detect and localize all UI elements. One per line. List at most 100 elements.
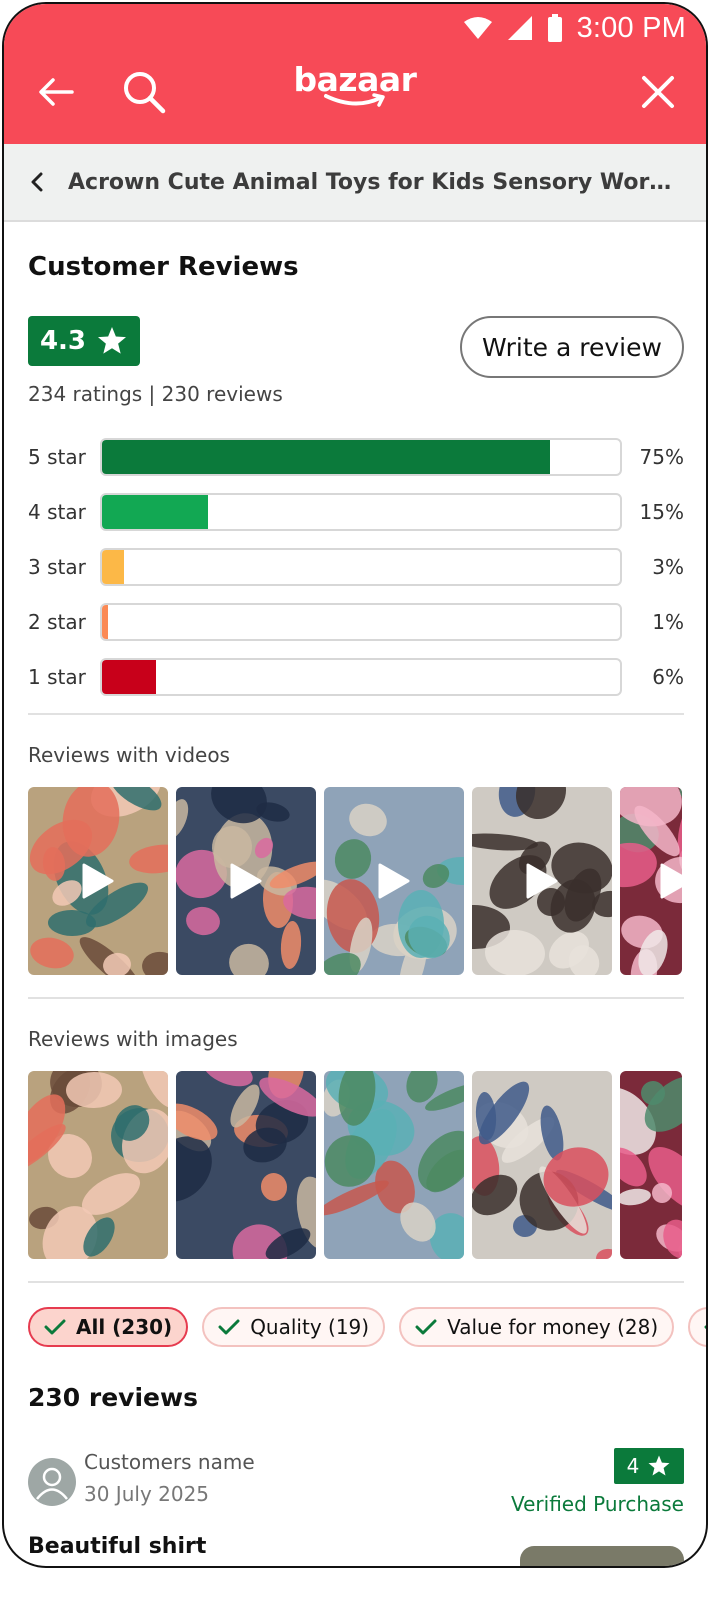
reviews-count-heading: 230 reviews (28, 1383, 198, 1412)
main-content: Customer Reviews 4.3 Write a review 234 … (28, 222, 706, 1566)
play-icon (660, 863, 682, 899)
filter-chip-label: Value for money (28) (447, 1315, 659, 1339)
review-title: Beautiful shirt (28, 1534, 207, 1559)
star-level-label: 4 star (28, 500, 86, 524)
rating-percent: 6% (652, 665, 684, 689)
video-thumbnail[interactable] (28, 787, 168, 975)
close-button[interactable] (632, 66, 684, 118)
images-heading: Reviews with images (28, 1027, 238, 1051)
rating-bar-track (100, 603, 622, 641)
filter-chip-label: Quality (19) (250, 1315, 370, 1339)
review-date: 30 July 2025 (84, 1482, 210, 1506)
rating-bar-fill (102, 440, 551, 474)
thumbnail-image (28, 1071, 168, 1259)
video-thumbnails (28, 787, 684, 975)
image-thumbnail[interactable] (28, 1071, 168, 1259)
rating-percent: 75% (639, 445, 684, 469)
wifi-icon (463, 17, 492, 39)
chevron-left-icon (31, 172, 43, 192)
bazaar-logo[interactable]: bazaar (4, 60, 706, 109)
image-thumbnail[interactable] (324, 1071, 464, 1259)
breadcrumb-back-button[interactable] (30, 172, 56, 192)
image-thumbnail[interactable] (472, 1071, 612, 1259)
logo-text: bazaar (293, 60, 417, 99)
review-image[interactable] (520, 1546, 684, 1566)
rating-summary: 4.3 Write a review 234 ratings | 230 rev… (28, 316, 684, 406)
rating-percent: 3% (652, 555, 684, 579)
videos-heading: Reviews with videos (28, 743, 230, 767)
rating-bar-row[interactable]: 1 star 6% (28, 658, 684, 696)
rating-bar-track (100, 658, 622, 696)
divider (28, 713, 684, 715)
user-icon (36, 1467, 68, 1500)
status-time: 3:00 PM (576, 11, 686, 44)
filter-chip[interactable] (688, 1307, 706, 1347)
check-icon (415, 1319, 437, 1335)
star-icon (98, 327, 127, 354)
customer-reviews-heading: Customer Reviews (28, 252, 299, 282)
reviewer-name: Customers name (84, 1450, 255, 1474)
overall-rating-value: 4.3 (39, 326, 87, 356)
overall-rating-badge: 4.3 (28, 316, 140, 366)
check-icon (44, 1319, 66, 1335)
star-level-label: 5 star (28, 445, 86, 469)
star-level-label: 1 star (28, 665, 86, 689)
phone-frame: 3:00 PM bazaar Acrown Cute Animal Toys f… (2, 2, 708, 1568)
rating-bar-row[interactable]: 2 star 1% (28, 603, 684, 641)
divider (28, 1281, 684, 1283)
rating-bar-fill (102, 550, 125, 584)
rating-bar-row[interactable]: 5 star 75% (28, 438, 684, 476)
ratings-count: 234 ratings | 230 reviews (28, 382, 283, 406)
check-icon (218, 1319, 240, 1335)
breadcrumb: Acrown Cute Animal Toys for Kids Sensory… (4, 144, 706, 222)
play-icon (82, 863, 114, 899)
image-thumbnail[interactable] (176, 1071, 316, 1259)
battery-icon (547, 14, 562, 42)
verified-purchase-label: Verified Purchase (511, 1492, 684, 1516)
video-thumbnail[interactable] (620, 787, 682, 975)
rating-bar-row[interactable]: 3 star 3% (28, 548, 684, 586)
rating-distribution: 5 star 75% 4 star 15% 3 star 3% 2 star 1% 1 star… (28, 438, 684, 696)
status-bar: 3:00 PM (463, 10, 686, 46)
filter-chip[interactable]: Quality (19) (202, 1307, 386, 1347)
thumbnail-image (324, 1071, 464, 1259)
rating-percent: 15% (639, 500, 684, 524)
rating-bar-track (100, 493, 622, 531)
review-rating-badge: 4 (614, 1448, 684, 1484)
review-rating-value: 4 (626, 1454, 640, 1478)
star-level-label: 2 star (28, 610, 86, 634)
rating-bar-fill (102, 495, 209, 529)
rating-percent: 1% (652, 610, 684, 634)
thumbnail-image (472, 1071, 612, 1259)
cell-signal-icon (507, 16, 532, 40)
video-thumbnail[interactable] (472, 787, 612, 975)
image-thumbnail[interactable] (620, 1071, 682, 1259)
thumbnail-image (620, 1071, 682, 1259)
rating-bar-fill (102, 660, 156, 694)
play-icon (526, 863, 558, 899)
write-review-button[interactable]: Write a review (460, 316, 684, 378)
star-level-label: 3 star (28, 555, 86, 579)
filter-chip[interactable]: Value for money (28) (399, 1307, 675, 1347)
rating-bar-row[interactable]: 4 star 15% (28, 493, 684, 531)
video-thumbnail[interactable] (176, 787, 316, 975)
filter-chip[interactable]: All (230) (28, 1307, 189, 1347)
image-thumbnails (28, 1071, 684, 1259)
app-bar: 3:00 PM bazaar (4, 4, 706, 144)
filter-chip-label: All (230) (76, 1315, 173, 1339)
rating-bar-track (100, 548, 622, 586)
review-card[interactable]: Customers name 30 July 2025 4 Verified P… (28, 1448, 684, 1566)
play-icon (230, 863, 262, 899)
star-icon (648, 1455, 670, 1476)
divider (28, 997, 684, 999)
close-icon (642, 76, 674, 108)
check-icon (704, 1325, 706, 1329)
thumbnail-image (176, 1071, 316, 1259)
review-filter-chips: All (230) Quality (19) Value for money (28… (28, 1307, 706, 1347)
play-icon (378, 863, 410, 899)
video-thumbnail[interactable] (324, 787, 464, 975)
rating-bar-track (100, 438, 622, 476)
avatar (28, 1458, 76, 1506)
breadcrumb-title[interactable]: Acrown Cute Animal Toys for Kids Sensory… (68, 170, 680, 195)
rating-bar-fill (102, 605, 109, 639)
